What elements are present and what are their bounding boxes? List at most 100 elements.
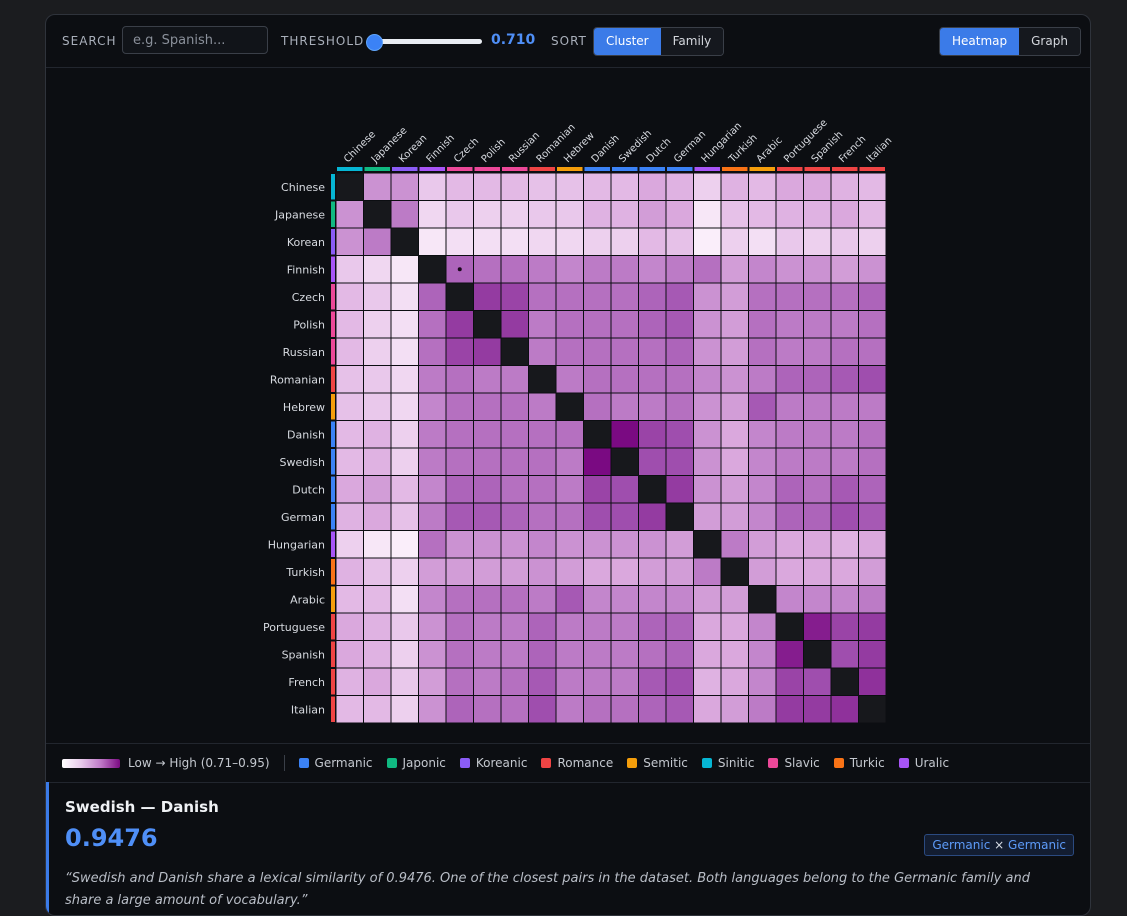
heatmap-cell-turkish-hebrew[interactable]	[555, 557, 584, 586]
heatmap-cell-polish-arabic[interactable]	[748, 310, 777, 339]
heatmap-cell-german-german[interactable]	[665, 502, 694, 531]
heatmap-cell-finnish-french[interactable]	[830, 255, 859, 284]
row-label-arabic[interactable]: Arabic	[290, 593, 325, 606]
heatmap-cell-japanese-german[interactable]	[665, 200, 694, 229]
heatmap-cell-hungarian-polish[interactable]	[473, 530, 502, 559]
heatmap-cell-swedish-finnish[interactable]	[418, 447, 447, 476]
row-label-swedish[interactable]: Swedish	[280, 456, 326, 469]
heatmap-cell-danish-romanian[interactable]	[528, 420, 557, 449]
heatmap-cell-czech-chinese[interactable]	[335, 282, 364, 311]
heatmap-cell-spanish-arabic[interactable]	[748, 640, 777, 669]
heatmap-cell-arabic-japanese[interactable]	[363, 585, 392, 614]
heatmap-cell-hebrew-italian[interactable]	[858, 392, 887, 421]
heatmap-cell-hebrew-danish[interactable]	[583, 392, 612, 421]
heatmap-cell-swedish-swedish[interactable]	[610, 447, 639, 476]
heatmap-cell-portuguese-japanese[interactable]	[363, 612, 392, 641]
heatmap-cell-hebrew-spanish[interactable]	[803, 392, 832, 421]
heatmap-cell-turkish-danish[interactable]	[583, 557, 612, 586]
heatmap-cell-portuguese-polish[interactable]	[473, 612, 502, 641]
heatmap-cell-italian-dutch[interactable]	[638, 695, 667, 724]
heatmap-cell-danish-hungarian[interactable]	[693, 420, 722, 449]
heatmap-cell-finnish-spanish[interactable]	[803, 255, 832, 284]
heatmap-cell-danish-portuguese[interactable]	[775, 420, 804, 449]
heatmap-cell-hebrew-czech[interactable]	[445, 392, 474, 421]
heatmap-cell-dutch-japanese[interactable]	[363, 475, 392, 504]
col-label-italian[interactable]: Italian	[865, 135, 895, 165]
heatmap-cell-japanese-hebrew[interactable]	[555, 200, 584, 229]
heatmap-cell-swedish-russian[interactable]	[500, 447, 529, 476]
row-label-romanian[interactable]: Romanian	[270, 373, 325, 386]
heatmap-cell-romanian-russian[interactable]	[500, 365, 529, 394]
heatmap-cell-spanish-russian[interactable]	[500, 640, 529, 669]
heatmap-cell-russian-finnish[interactable]	[418, 337, 447, 366]
heatmap-cell-italian-japanese[interactable]	[363, 695, 392, 724]
heatmap-cell-swedish-japanese[interactable]	[363, 447, 392, 476]
heatmap-cell-hungarian-korean[interactable]	[390, 530, 419, 559]
heatmap-cell-korean-russian[interactable]	[500, 227, 529, 256]
heatmap-cell-danish-italian[interactable]	[858, 420, 887, 449]
heatmap-cell-russian-hungarian[interactable]	[693, 337, 722, 366]
heatmap-cell-turkish-chinese[interactable]	[335, 557, 364, 586]
heatmap-cell-czech-japanese[interactable]	[363, 282, 392, 311]
heatmap-cell-turkish-turkish[interactable]	[720, 557, 749, 586]
heatmap-cell-swedish-hebrew[interactable]	[555, 447, 584, 476]
heatmap-cell-finnish-japanese[interactable]	[363, 255, 392, 284]
heatmap-cell-hebrew-turkish[interactable]	[720, 392, 749, 421]
heatmap-cell-arabic-chinese[interactable]	[335, 585, 364, 614]
heatmap-cell-romanian-german[interactable]	[665, 365, 694, 394]
heatmap-cell-chinese-german[interactable]	[665, 172, 694, 201]
heatmap-cell-japanese-french[interactable]	[830, 200, 859, 229]
heatmap-cell-romanian-portuguese[interactable]	[775, 365, 804, 394]
heatmap-cell-italian-polish[interactable]	[473, 695, 502, 724]
heatmap-cell-portuguese-arabic[interactable]	[748, 612, 777, 641]
heatmap-cell-hungarian-turkish[interactable]	[720, 530, 749, 559]
heatmap-cell-russian-arabic[interactable]	[748, 337, 777, 366]
heatmap-cell-german-swedish[interactable]	[610, 502, 639, 531]
heatmap-cell-portuguese-russian[interactable]	[500, 612, 529, 641]
heatmap-cell-czech-portuguese[interactable]	[775, 282, 804, 311]
heatmap-cell-polish-korean[interactable]	[390, 310, 419, 339]
row-label-hebrew[interactable]: Hebrew	[283, 401, 325, 414]
heatmap-cell-korean-korean[interactable]	[390, 227, 419, 256]
heatmap-cell-danish-french[interactable]	[830, 420, 859, 449]
row-label-chinese[interactable]: Chinese	[281, 181, 325, 194]
heatmap-cell-finnish-polish[interactable]	[473, 255, 502, 284]
heatmap-cell-turkish-swedish[interactable]	[610, 557, 639, 586]
heatmap-cell-portuguese-finnish[interactable]	[418, 612, 447, 641]
heatmap-cell-korean-dutch[interactable]	[638, 227, 667, 256]
heatmap-cell-dutch-turkish[interactable]	[720, 475, 749, 504]
heatmap-cell-portuguese-hebrew[interactable]	[555, 612, 584, 641]
heatmap-cell-dutch-korean[interactable]	[390, 475, 419, 504]
heatmap-cell-swedish-portuguese[interactable]	[775, 447, 804, 476]
heatmap-cell-chinese-korean[interactable]	[390, 172, 419, 201]
heatmap-cell-portuguese-dutch[interactable]	[638, 612, 667, 641]
heatmap-cell-chinese-japanese[interactable]	[363, 172, 392, 201]
search-input[interactable]	[122, 26, 268, 54]
heatmap-cell-french-polish[interactable]	[473, 667, 502, 696]
heatmap-cell-korean-japanese[interactable]	[363, 227, 392, 256]
heatmap-cell-french-romanian[interactable]	[528, 667, 557, 696]
heatmap-cell-dutch-portuguese[interactable]	[775, 475, 804, 504]
heatmap-cell-russian-italian[interactable]	[858, 337, 887, 366]
heatmap-cell-hebrew-finnish[interactable]	[418, 392, 447, 421]
heatmap-cell-hungarian-french[interactable]	[830, 530, 859, 559]
heatmap-cell-japanese-dutch[interactable]	[638, 200, 667, 229]
heatmap-cell-danish-korean[interactable]	[390, 420, 419, 449]
heatmap-cell-arabic-portuguese[interactable]	[775, 585, 804, 614]
heatmap-cell-danish-polish[interactable]	[473, 420, 502, 449]
heatmap-cell-russian-spanish[interactable]	[803, 337, 832, 366]
heatmap-cell-portuguese-turkish[interactable]	[720, 612, 749, 641]
heatmap-cell-italian-russian[interactable]	[500, 695, 529, 724]
heatmap-cell-polish-italian[interactable]	[858, 310, 887, 339]
heatmap-cell-romanian-romanian[interactable]	[528, 365, 557, 394]
col-label-arabic[interactable]: Arabic	[755, 135, 785, 165]
heatmap-cell-korean-italian[interactable]	[858, 227, 887, 256]
heatmap-cell-japanese-hungarian[interactable]	[693, 200, 722, 229]
heatmap-cell-japanese-italian[interactable]	[858, 200, 887, 229]
heatmap-cell-french-hebrew[interactable]	[555, 667, 584, 696]
heatmap-cell-hungarian-romanian[interactable]	[528, 530, 557, 559]
heatmap-cell-spanish-turkish[interactable]	[720, 640, 749, 669]
heatmap-cell-danish-arabic[interactable]	[748, 420, 777, 449]
heatmap-cell-hebrew-hebrew[interactable]	[555, 392, 584, 421]
heatmap-cell-swedish-arabic[interactable]	[748, 447, 777, 476]
